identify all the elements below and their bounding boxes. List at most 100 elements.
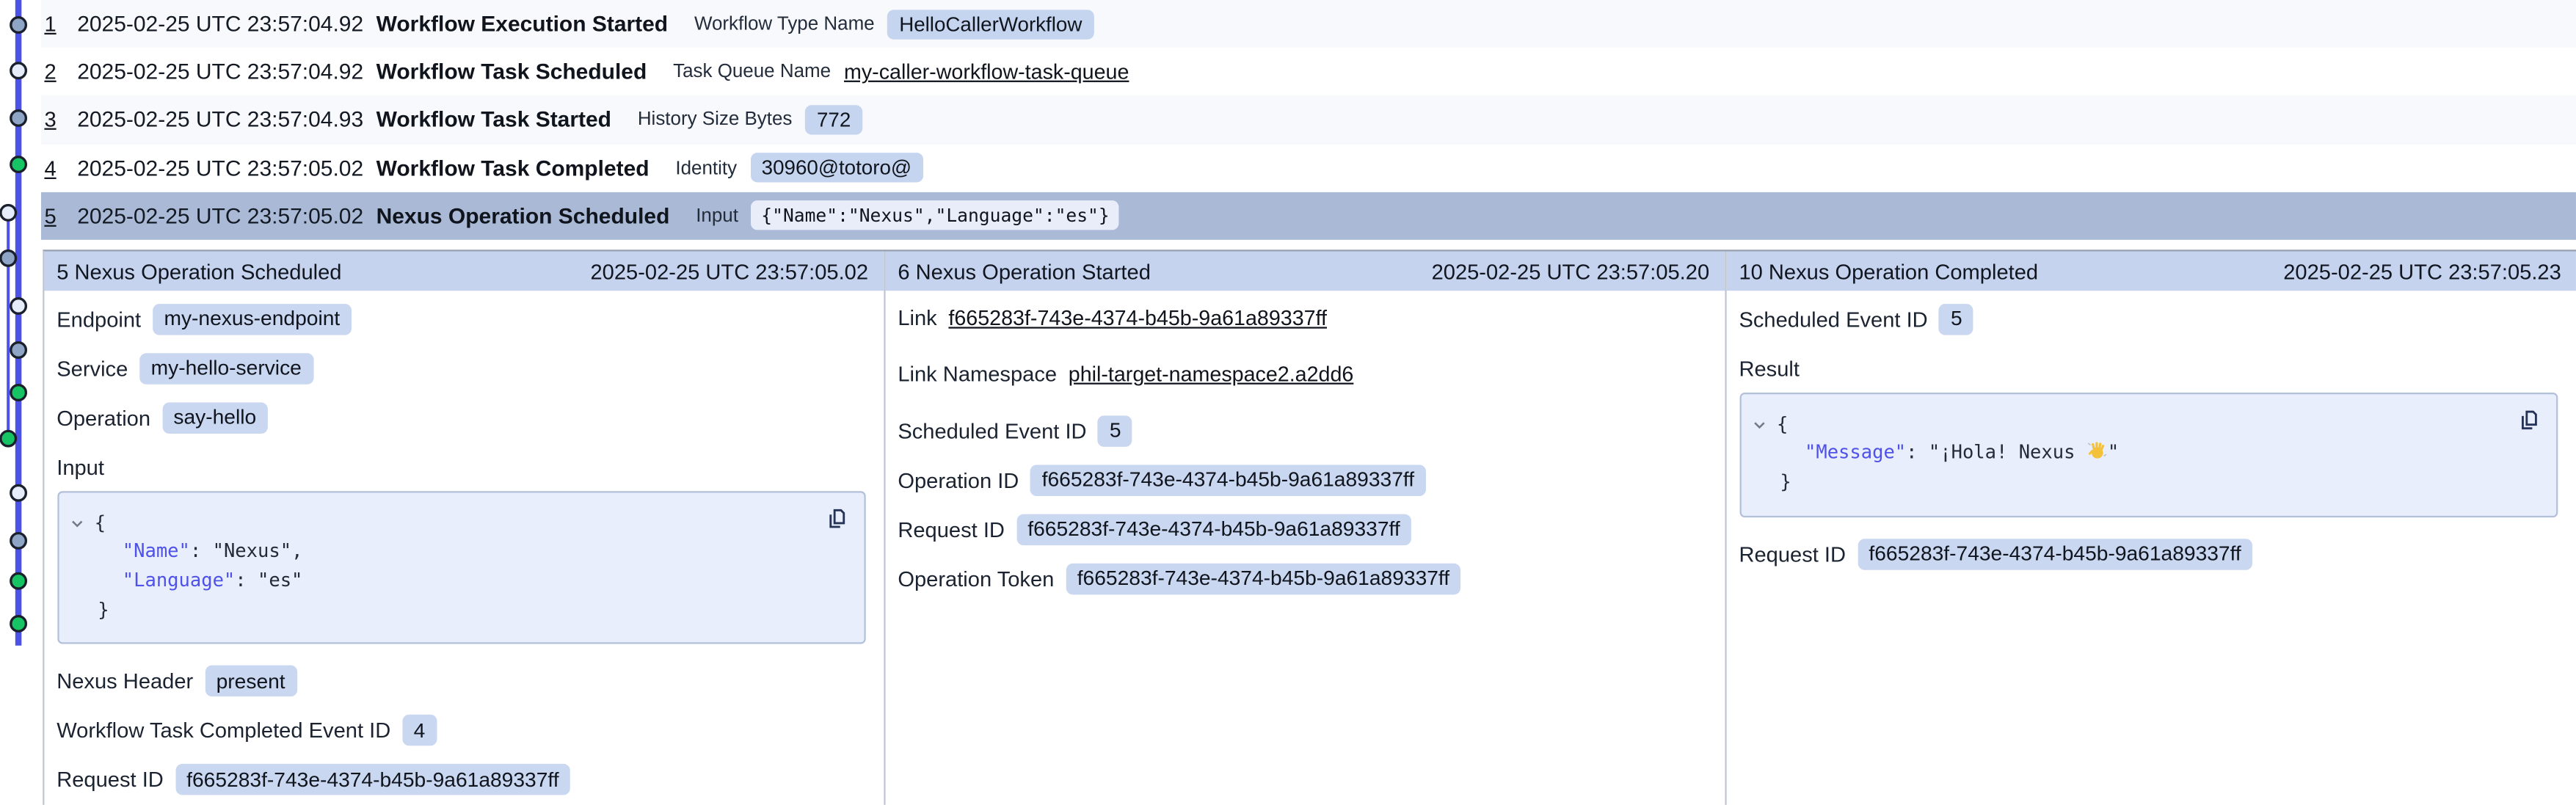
timeline-marker-completed <box>11 616 26 632</box>
timeline-marker-task <box>11 18 26 33</box>
event-id-link[interactable]: 3 <box>44 108 65 133</box>
link-value-link[interactable]: f665283f-743e-4374-b45b-9a61a89337ff <box>948 306 1327 331</box>
result-section-label: Result <box>1739 356 2563 381</box>
field-label: Endpoint <box>57 307 141 332</box>
operation-id-badge: f665283f-743e-4374-b45b-9a61a89337ff <box>1030 465 1426 496</box>
panel-header: 6 Nexus Operation Started 2025-02-25 UTC… <box>884 252 1724 290</box>
waving-hand-emoji-icon <box>2086 441 2108 462</box>
event-history-table: 1 2025-02-25 UTC 23:57:04.92 Workflow Ex… <box>41 0 2576 240</box>
operation-token-badge: f665283f-743e-4374-b45b-9a61a89337ff <box>1066 563 1461 594</box>
field-label: Request ID <box>1739 542 1846 567</box>
panel-title: 5 Nexus Operation Scheduled <box>57 259 341 284</box>
event-id-link[interactable]: 1 <box>44 12 65 37</box>
event-detail-label: Identity <box>675 157 737 178</box>
json-colon: : <box>190 539 213 562</box>
event-timestamp: 2025-02-25 UTC 23:57:04.93 <box>77 108 374 133</box>
event-name: Workflow Task Scheduled <box>376 59 647 84</box>
json-value: "Nexus", <box>213 539 303 562</box>
panel-header: 5 Nexus Operation Scheduled 2025-02-25 U… <box>43 252 883 290</box>
field-label: Operation <box>57 405 150 430</box>
field-endpoint: Endpoint my-nexus-endpoint <box>57 304 870 335</box>
panel-nexus-operation-scheduled: 5 Nexus Operation Scheduled 2025-02-25 U… <box>43 252 884 804</box>
json-line: "Name": "Nexus", <box>95 538 847 567</box>
json-key: "Message" <box>1805 441 1906 464</box>
request-id-badge: f665283f-743e-4374-b45b-9a61a89337ff <box>1858 538 2253 569</box>
event-row-5-selected[interactable]: 5 2025-02-25 UTC 23:57:05.02 Nexus Opera… <box>41 192 2576 239</box>
field-link: Link f665283f-743e-4374-b45b-9a61a89337f… <box>898 304 1711 333</box>
event-timeline <box>0 0 41 804</box>
field-label: Operation ID <box>898 467 1019 492</box>
timeline-marker-pending <box>11 485 26 500</box>
result-code-block: { "Message": "¡Hola! Nexus " } <box>1739 393 2558 517</box>
event-row-3[interactable]: 3 2025-02-25 UTC 23:57:04.93 Workflow Ta… <box>41 96 2576 144</box>
event-name: Workflow Task Completed <box>376 156 650 181</box>
field-label: Scheduled Event ID <box>898 418 1086 443</box>
field-request-id: Request ID f665283f-743e-4374-b45b-9a61a… <box>57 764 870 795</box>
event-id-link[interactable]: 5 <box>44 203 65 228</box>
field-label: Link Namespace <box>898 362 1057 387</box>
task-queue-link[interactable]: my-caller-workflow-task-queue <box>844 59 1129 84</box>
field-nexus-header: Nexus Header present <box>57 666 870 697</box>
json-line: "Language": "es" <box>95 567 847 595</box>
event-timestamp: 2025-02-25 UTC 23:57:04.92 <box>77 12 374 37</box>
timeline-marker-completed <box>11 157 26 172</box>
timeline-marker-pending <box>11 63 26 79</box>
field-operation: Operation say-hello <box>57 402 870 434</box>
endpoint-badge: my-nexus-endpoint <box>153 304 352 335</box>
json-key: "Name" <box>123 539 190 562</box>
event-detail-panels: 5 Nexus Operation Scheduled 2025-02-25 U… <box>42 250 2576 805</box>
json-value: "¡Hola! Nexus <box>1929 441 2086 464</box>
event-row-2[interactable]: 2 2025-02-25 UTC 23:57:04.92 Workflow Ta… <box>41 48 2576 95</box>
event-name: Workflow Execution Started <box>376 12 669 37</box>
event-name: Nexus Operation Scheduled <box>376 203 670 228</box>
json-colon: : <box>235 568 258 591</box>
event-timestamp: 2025-02-25 UTC 23:57:05.02 <box>77 156 374 181</box>
panel-nexus-operation-started: 6 Nexus Operation Started 2025-02-25 UTC… <box>884 252 1725 804</box>
timeline-marker-task <box>11 533 26 549</box>
timeline-marker-completed <box>1 431 16 446</box>
json-close-brace: } <box>1777 468 2540 497</box>
workflow-event-history-view: 1 2025-02-25 UTC 23:57:04.92 Workflow Ex… <box>0 0 2576 804</box>
field-label: Workflow Task Completed Event ID <box>57 718 390 743</box>
input-code-block: { "Name": "Nexus", "Language": "es" } <box>57 491 865 644</box>
field-operation-id: Operation ID f665283f-743e-4374-b45b-9a6… <box>898 465 1711 496</box>
event-detail-value-badge: 772 <box>805 105 862 134</box>
field-label: Request ID <box>57 768 164 793</box>
field-wft-completed-event-id: Workflow Task Completed Event ID 4 <box>57 715 870 746</box>
field-scheduled-event-id: Scheduled Event ID 5 <box>898 415 1711 447</box>
service-badge: my-hello-service <box>139 353 313 385</box>
panel-title: 10 Nexus Operation Completed <box>1739 259 2038 284</box>
event-timestamp: 2025-02-25 UTC 23:57:04.92 <box>77 59 374 84</box>
copy-icon[interactable] <box>2517 407 2542 432</box>
event-id-link[interactable]: 4 <box>44 156 65 181</box>
event-detail-value-badge: HelloCallerWorkflow <box>888 10 1094 39</box>
link-namespace-link[interactable]: phil-target-namespace2.a2dd6 <box>1069 362 1354 387</box>
field-label: Operation Token <box>898 567 1054 591</box>
event-input-badge: {"Name":"Nexus","Language":"es"} <box>752 201 1119 230</box>
field-label: Scheduled Event ID <box>1739 307 1927 332</box>
collapse-chevron-icon[interactable] <box>1752 418 1765 431</box>
panel-body: Endpoint my-nexus-endpoint Service my-he… <box>43 291 883 805</box>
field-label: Link <box>898 306 936 331</box>
event-timestamp: 2025-02-25 UTC 23:57:05.02 <box>77 203 374 228</box>
json-colon: : <box>1906 441 1929 464</box>
operation-badge: say-hello <box>162 402 268 434</box>
json-open-brace: { <box>95 509 847 537</box>
event-detail-label: Task Queue Name <box>673 61 831 82</box>
timeline-marker-task <box>11 111 26 126</box>
event-id-link[interactable]: 2 <box>44 59 65 84</box>
event-row-1[interactable]: 1 2025-02-25 UTC 23:57:04.92 Workflow Ex… <box>41 0 2576 48</box>
timeline-marker-pending <box>1 205 16 221</box>
panel-header: 10 Nexus Operation Completed 2025-02-25 … <box>1726 252 2576 290</box>
panel-timestamp: 2025-02-25 UTC 23:57:05.20 <box>1432 259 1710 284</box>
scheduled-event-id-badge: 5 <box>1939 304 1973 335</box>
panel-body: Link f665283f-743e-4374-b45b-9a61a89337f… <box>884 291 1724 594</box>
event-detail-value-badge: 30960@totoro@ <box>750 153 923 183</box>
event-timeline-graph <box>0 0 41 804</box>
field-scheduled-event-id: Scheduled Event ID 5 <box>1739 304 2563 335</box>
field-link-namespace: Link Namespace phil-target-namespace2.a2… <box>898 360 1711 389</box>
collapse-chevron-icon[interactable] <box>70 517 83 531</box>
field-operation-token: Operation Token f665283f-743e-4374-b45b-… <box>898 563 1711 594</box>
event-row-4[interactable]: 4 2025-02-25 UTC 23:57:05.02 Workflow Ta… <box>41 144 2576 192</box>
copy-icon[interactable] <box>824 506 849 531</box>
